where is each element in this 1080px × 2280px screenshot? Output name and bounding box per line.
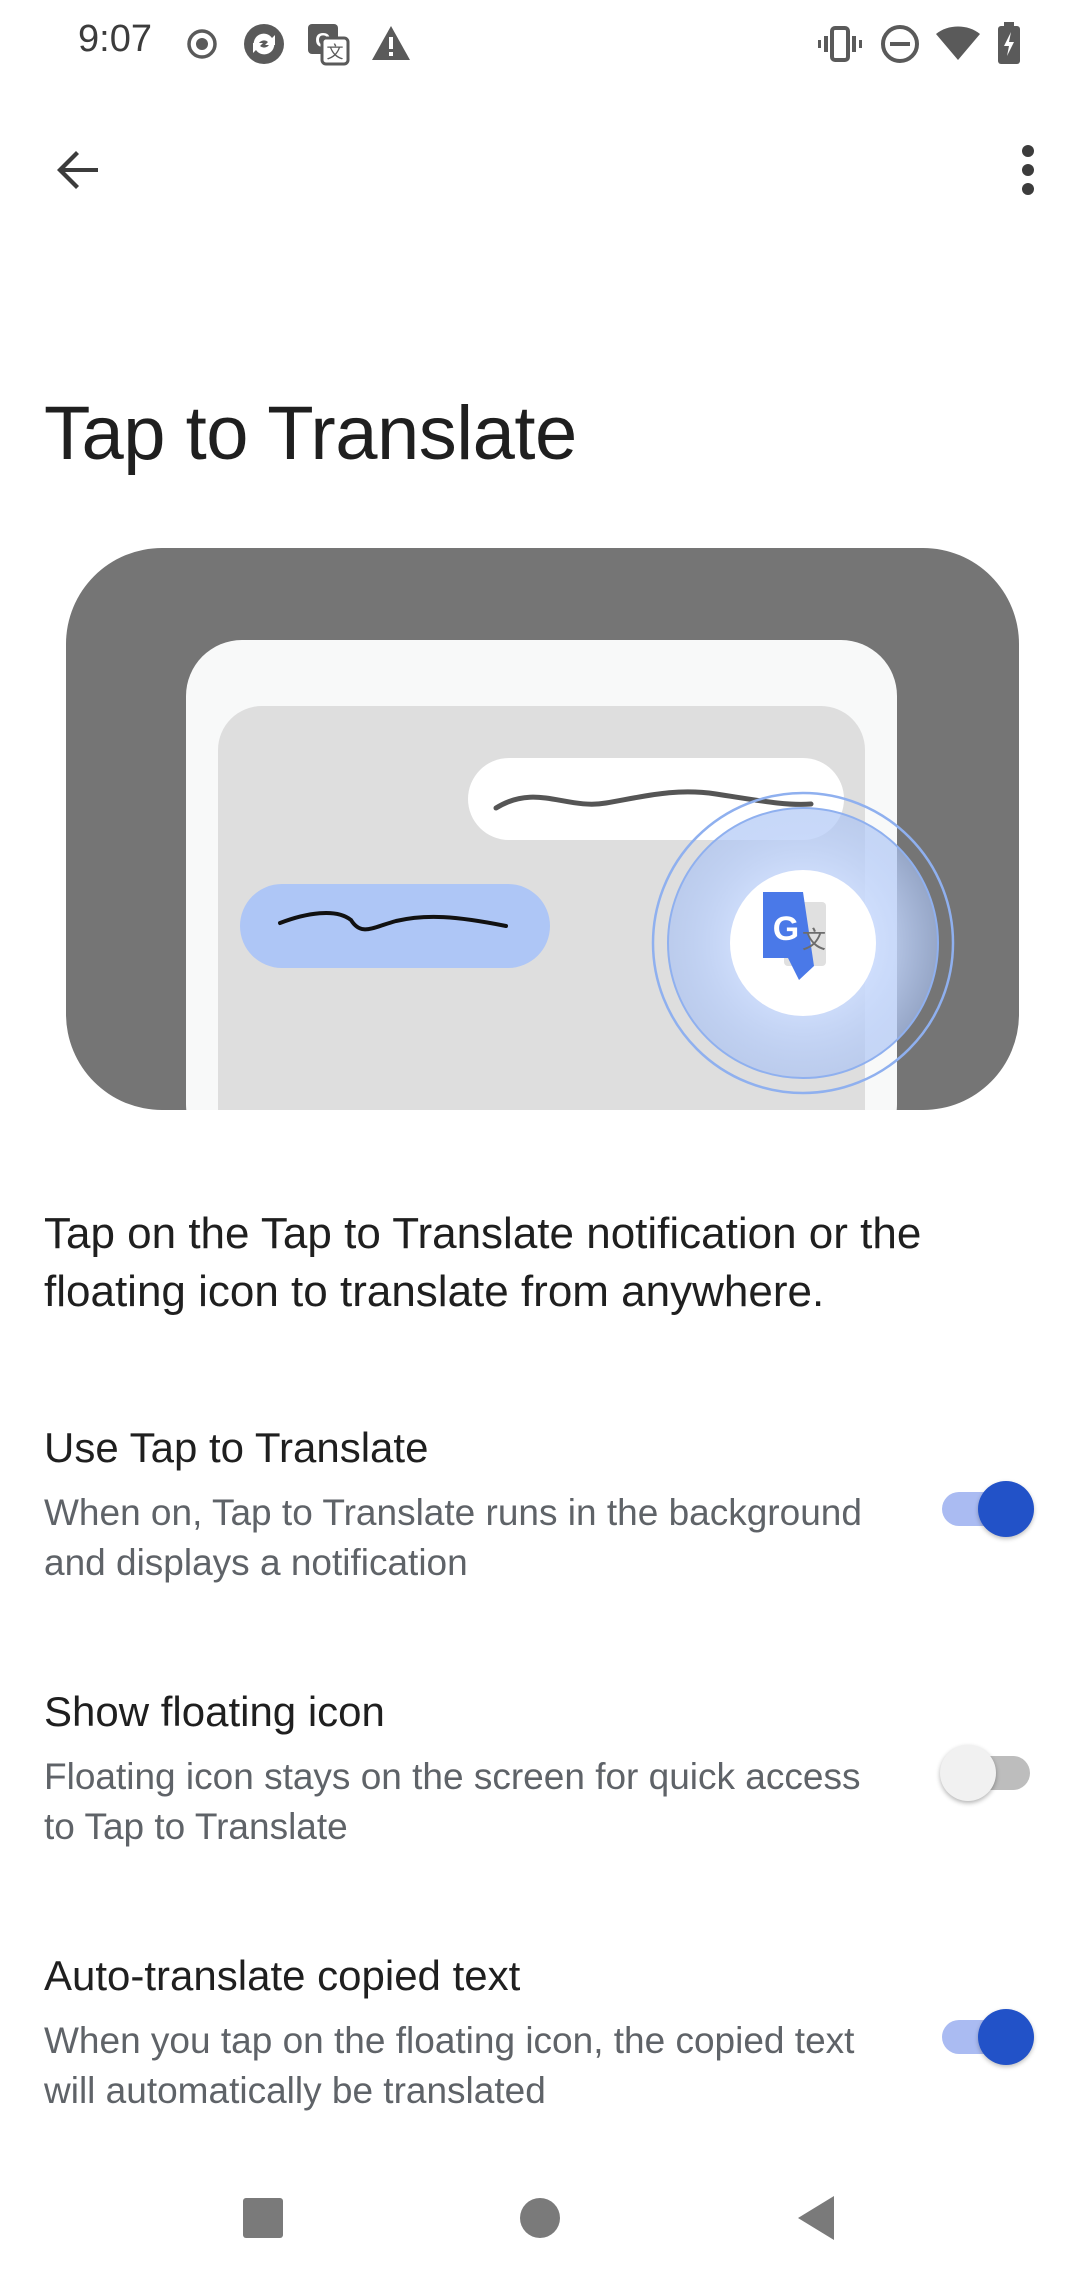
vibrate-icon: [818, 24, 862, 69]
use-tap-to-translate-switch[interactable]: [942, 1476, 1034, 1540]
warning-icon: [370, 24, 412, 67]
translate-notification-icon: G文: [306, 22, 350, 71]
status-bar: 9:07 G文: [0, 0, 1080, 90]
switch-thumb: [940, 1745, 996, 1801]
tap-to-translate-illustration: G 文: [66, 548, 1019, 1110]
app-bar: [0, 110, 1080, 230]
setting-summary: When you tap on the floating icon, the c…: [44, 2020, 855, 2111]
setting-title: Show floating icon: [44, 1688, 385, 1735]
home-button[interactable]: [490, 2180, 590, 2260]
wifi-icon: [936, 26, 980, 65]
switch-thumb: [978, 2009, 1034, 2065]
auto-translate-copied-text-switch[interactable]: [942, 2004, 1034, 2068]
do-not-disturb-icon: [880, 24, 920, 69]
more-options-button[interactable]: [988, 122, 1068, 222]
setting-title: Auto-translate copied text: [44, 1952, 521, 1999]
recents-square-icon: [241, 2196, 285, 2245]
setting-auto-translate-copied-text[interactable]: Auto-translate copied text When you tap …: [0, 1952, 1080, 2152]
arrow-back-icon: [52, 144, 104, 201]
svg-text:G: G: [773, 910, 799, 948]
home-circle-icon: [518, 2196, 562, 2245]
battery-charging-icon: [996, 22, 1022, 69]
recents-button[interactable]: [213, 2180, 313, 2260]
nav-back-button[interactable]: [766, 2180, 866, 2260]
setting-use-tap-to-translate[interactable]: Use Tap to Translate When on, Tap to Tra…: [0, 1424, 1080, 1624]
page-description: Tap on the Tap to Translate notification…: [44, 1209, 922, 1316]
setting-title: Use Tap to Translate: [44, 1424, 429, 1471]
system-navigation-bar: [0, 2160, 1080, 2280]
svg-text:文: 文: [802, 926, 826, 954]
show-floating-icon-switch[interactable]: [940, 1740, 1034, 1804]
record-icon: [186, 28, 218, 65]
svg-text:文: 文: [327, 43, 344, 63]
sync-icon: [242, 22, 286, 71]
page-title: Tap to Translate: [44, 391, 577, 476]
setting-show-floating-icon[interactable]: Show floating icon Floating icon stays o…: [0, 1688, 1080, 1888]
more-vert-icon: [1020, 144, 1036, 200]
back-button[interactable]: [28, 122, 128, 222]
setting-summary: When on, Tap to Translate runs in the ba…: [44, 1492, 862, 1583]
setting-summary: Floating icon stays on the screen for qu…: [44, 1756, 861, 1847]
status-time: 9:07: [78, 18, 152, 60]
back-triangle-icon: [794, 2194, 838, 2247]
switch-thumb: [978, 1481, 1034, 1537]
